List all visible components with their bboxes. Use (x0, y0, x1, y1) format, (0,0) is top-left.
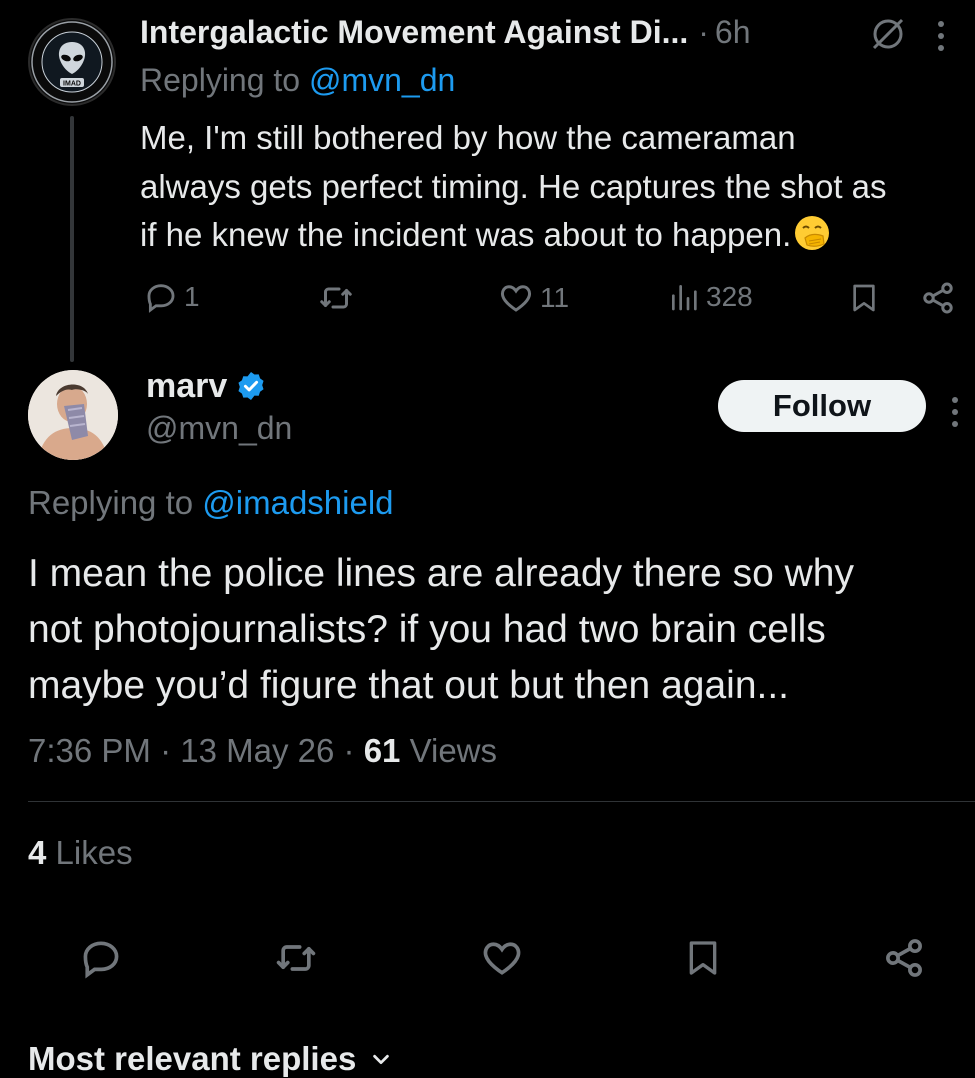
more-vertical-icon[interactable] (934, 16, 948, 56)
main-author-name-row: marv (146, 362, 267, 410)
share-icon (923, 282, 953, 314)
share-button[interactable] (882, 936, 926, 980)
thread-connector-line (70, 116, 74, 362)
like-button[interactable]: 11 (498, 280, 569, 316)
tweet-timestamp-row: 7:36 PM · 13 May 26 · 61 Views (28, 732, 497, 770)
views-count: 61 (363, 732, 401, 769)
reply-count: 1 (184, 281, 200, 312)
parent-author-name[interactable]: Intergalactic Movement Against Di... (140, 14, 688, 51)
tweet-text-line: Me, I'm still bothered by how the camera… (140, 119, 796, 156)
more-vertical-icon[interactable] (948, 392, 962, 432)
bookmark-icon (853, 284, 875, 312)
tweet-text-line-with-emoji: if he knew the incident was about to hap… (140, 211, 975, 260)
no-entry-icon (868, 14, 908, 54)
tweet-text-line: not photojournalists? if you had two bra… (28, 608, 826, 651)
share-button[interactable] (920, 280, 956, 316)
replying-to-handle-link[interactable]: @mvn_dn (309, 62, 455, 98)
tweet-text-line: always gets perfect timing. He captures … (140, 167, 887, 205)
main-author-avatar[interactable] (28, 370, 118, 460)
tweet-text-line: if he knew the incident was about to hap… (140, 216, 792, 253)
tweet-text-line: I mean the police lines are already ther… (28, 552, 854, 595)
likes-label: Likes (55, 834, 133, 871)
replies-sort-dropdown[interactable]: Most relevant replies (28, 1040, 392, 1078)
replying-to-prefix: Replying to (28, 484, 203, 521)
avatar-badge-text: IMAD (63, 81, 81, 88)
separator-dot: · (343, 732, 364, 769)
retweet-icon (276, 945, 316, 971)
like-count: 11 (540, 282, 570, 313)
likes-summary[interactable]: 4 Likes (28, 834, 133, 872)
parent-tweet-header: Intergalactic Movement Against Di... · 6… (140, 12, 751, 52)
heart-icon (483, 942, 521, 975)
chevron-down-icon (373, 1054, 390, 1065)
reply-icon (83, 941, 119, 979)
replying-to-prefix: Replying to (140, 62, 309, 98)
likes-count: 4 (28, 834, 47, 871)
tweet-date[interactable]: 13 May 26 (180, 732, 334, 769)
main-tweet-text: I mean the police lines are already ther… (28, 546, 968, 714)
follow-button[interactable]: Follow (718, 380, 926, 432)
main-author-handle[interactable]: @mvn_dn (146, 410, 292, 447)
bookmark-icon (689, 941, 717, 975)
retweet-icon (320, 287, 352, 309)
main-author-name[interactable]: marv (146, 367, 227, 406)
bookmark-button[interactable] (683, 936, 723, 980)
main-replying-to: Replying to @imadshield (28, 484, 394, 522)
parent-tweet-text: Me, I'm still bothered by how the camera… (140, 114, 975, 260)
retweet-button[interactable] (273, 936, 319, 980)
parent-tweet-time[interactable]: 6h (715, 14, 751, 51)
share-icon (886, 939, 922, 977)
replies-sort-label: Most relevant replies (28, 1040, 357, 1077)
reply-button[interactable]: 1 (144, 280, 200, 314)
separator-dot: · (698, 13, 709, 50)
hand-over-mouth-emoji-icon (793, 214, 831, 252)
views-button[interactable]: 328 (668, 280, 753, 314)
view-count: 328 (706, 281, 753, 312)
parent-author-avatar[interactable]: IMAD (28, 18, 116, 106)
verified-badge-icon (238, 372, 264, 400)
divider (28, 801, 975, 802)
views-label: Views (409, 732, 498, 769)
reply-button[interactable] (79, 936, 123, 980)
like-button[interactable] (479, 936, 525, 980)
views-icon (672, 285, 697, 311)
heart-icon (500, 285, 532, 312)
parent-replying-to: Replying to @mvn_dn (140, 62, 455, 99)
bookmark-button[interactable] (848, 280, 880, 316)
reply-icon (147, 284, 175, 313)
replying-to-handle-link[interactable]: @imadshield (202, 484, 393, 521)
retweet-button[interactable] (318, 280, 354, 316)
tweet-time[interactable]: 7:36 PM (28, 732, 151, 769)
separator-dot: · (160, 732, 181, 769)
tweet-text-line: maybe you’d figure that out but then aga… (28, 664, 790, 707)
